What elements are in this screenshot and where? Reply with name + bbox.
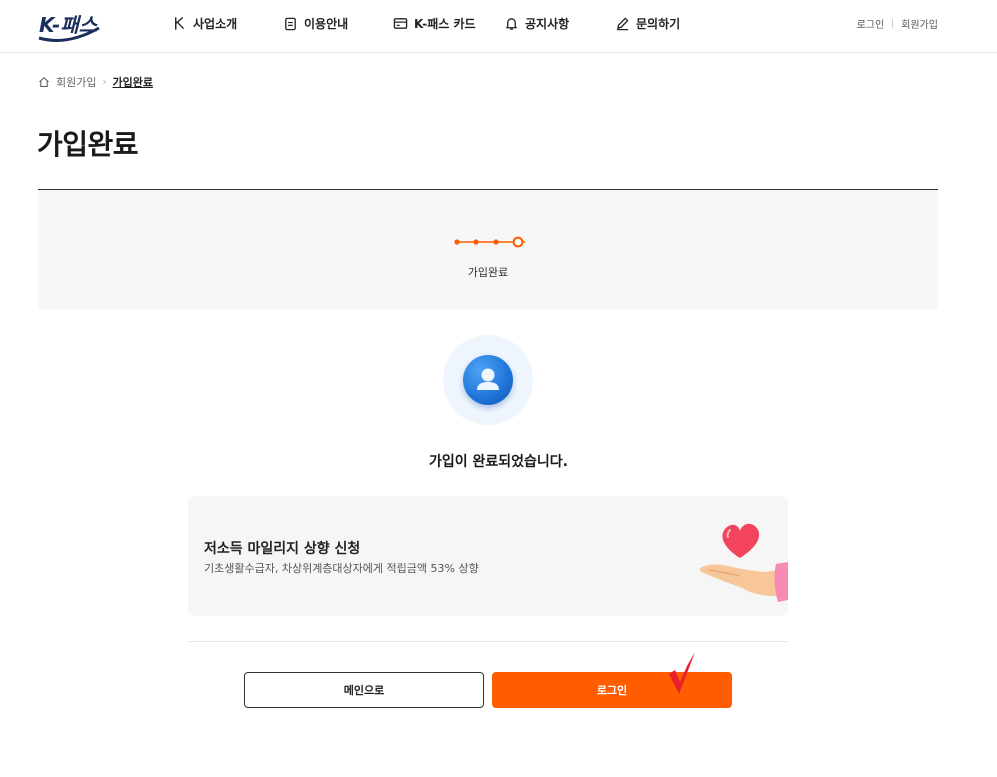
chevron-right-icon: › — [102, 76, 107, 88]
nav-about[interactable]: 사업소개 — [172, 14, 237, 32]
nav-notice[interactable]: 공지사항 — [504, 14, 569, 32]
nav-card-label: K-패스 카드 — [414, 16, 476, 31]
step-label: 가입완료 — [467, 266, 509, 279]
nav-guide-label: 이용안내 — [304, 16, 349, 31]
completion-message: 가입이 완료되었습니다. — [429, 454, 568, 470]
header-signup-link[interactable]: 회원가입 — [901, 16, 938, 31]
nav-inquiry[interactable]: 문의하기 — [615, 14, 680, 32]
user-complete-badge — [443, 335, 533, 425]
divider — [892, 19, 894, 28]
step-dot-3 — [493, 239, 499, 245]
heart-hand-illustration — [699, 523, 788, 602]
k-leaf-icon — [175, 16, 184, 30]
k-pass-logo[interactable]: K-패스 — [37, 6, 101, 44]
step-progress — [454, 236, 525, 248]
nav-inquiry-label: 문의하기 — [636, 16, 681, 31]
nav-notice-label: 공지사항 — [525, 16, 570, 31]
card-icon — [393, 17, 408, 29]
step-dot-2 — [473, 239, 479, 245]
home-icon[interactable] — [38, 76, 50, 88]
nav-about-label: 사업소개 — [193, 16, 238, 31]
promo-description: 기초생활수급자, 차상위계층대상자에게 적립금액 53% 상향 — [204, 562, 479, 575]
nav-guide[interactable]: 이용안내 — [283, 14, 348, 32]
go-main-button[interactable]: 메인으로 — [244, 672, 484, 708]
page-title: 가입완료 — [37, 128, 139, 161]
breadcrumb: 회원가입 › 가입완료 — [38, 74, 153, 90]
site-header: K-패스 사업소개 이용안내 K-패스 카드 공지사항 문의하기 로그인 회원가… — [0, 0, 997, 53]
step-indicator-panel: 가입완료 — [38, 190, 938, 310]
breadcrumb-current[interactable]: 가입완료 — [112, 74, 152, 90]
nav-card[interactable]: K-패스 카드 — [393, 14, 476, 32]
clipboard-icon — [285, 17, 296, 30]
step-dot-current — [512, 236, 524, 248]
header-login-link[interactable]: 로그인 — [857, 16, 885, 31]
header-utility: 로그인 회원가입 — [857, 16, 938, 31]
step-dot-1 — [454, 239, 460, 245]
section-divider — [188, 641, 788, 642]
promo-title: 저소득 마일리지 상향 신청 — [204, 541, 361, 557]
pencil-icon — [616, 17, 629, 30]
bell-icon — [506, 17, 517, 30]
red-checkmark-annotation — [669, 652, 695, 694]
breadcrumb-parent[interactable]: 회원가입 — [56, 74, 96, 90]
promo-card[interactable]: 저소득 마일리지 상향 신청 기초생활수급자, 차상위계층대상자에게 적립금액 … — [188, 496, 788, 616]
user-avatar-icon — [463, 355, 513, 405]
